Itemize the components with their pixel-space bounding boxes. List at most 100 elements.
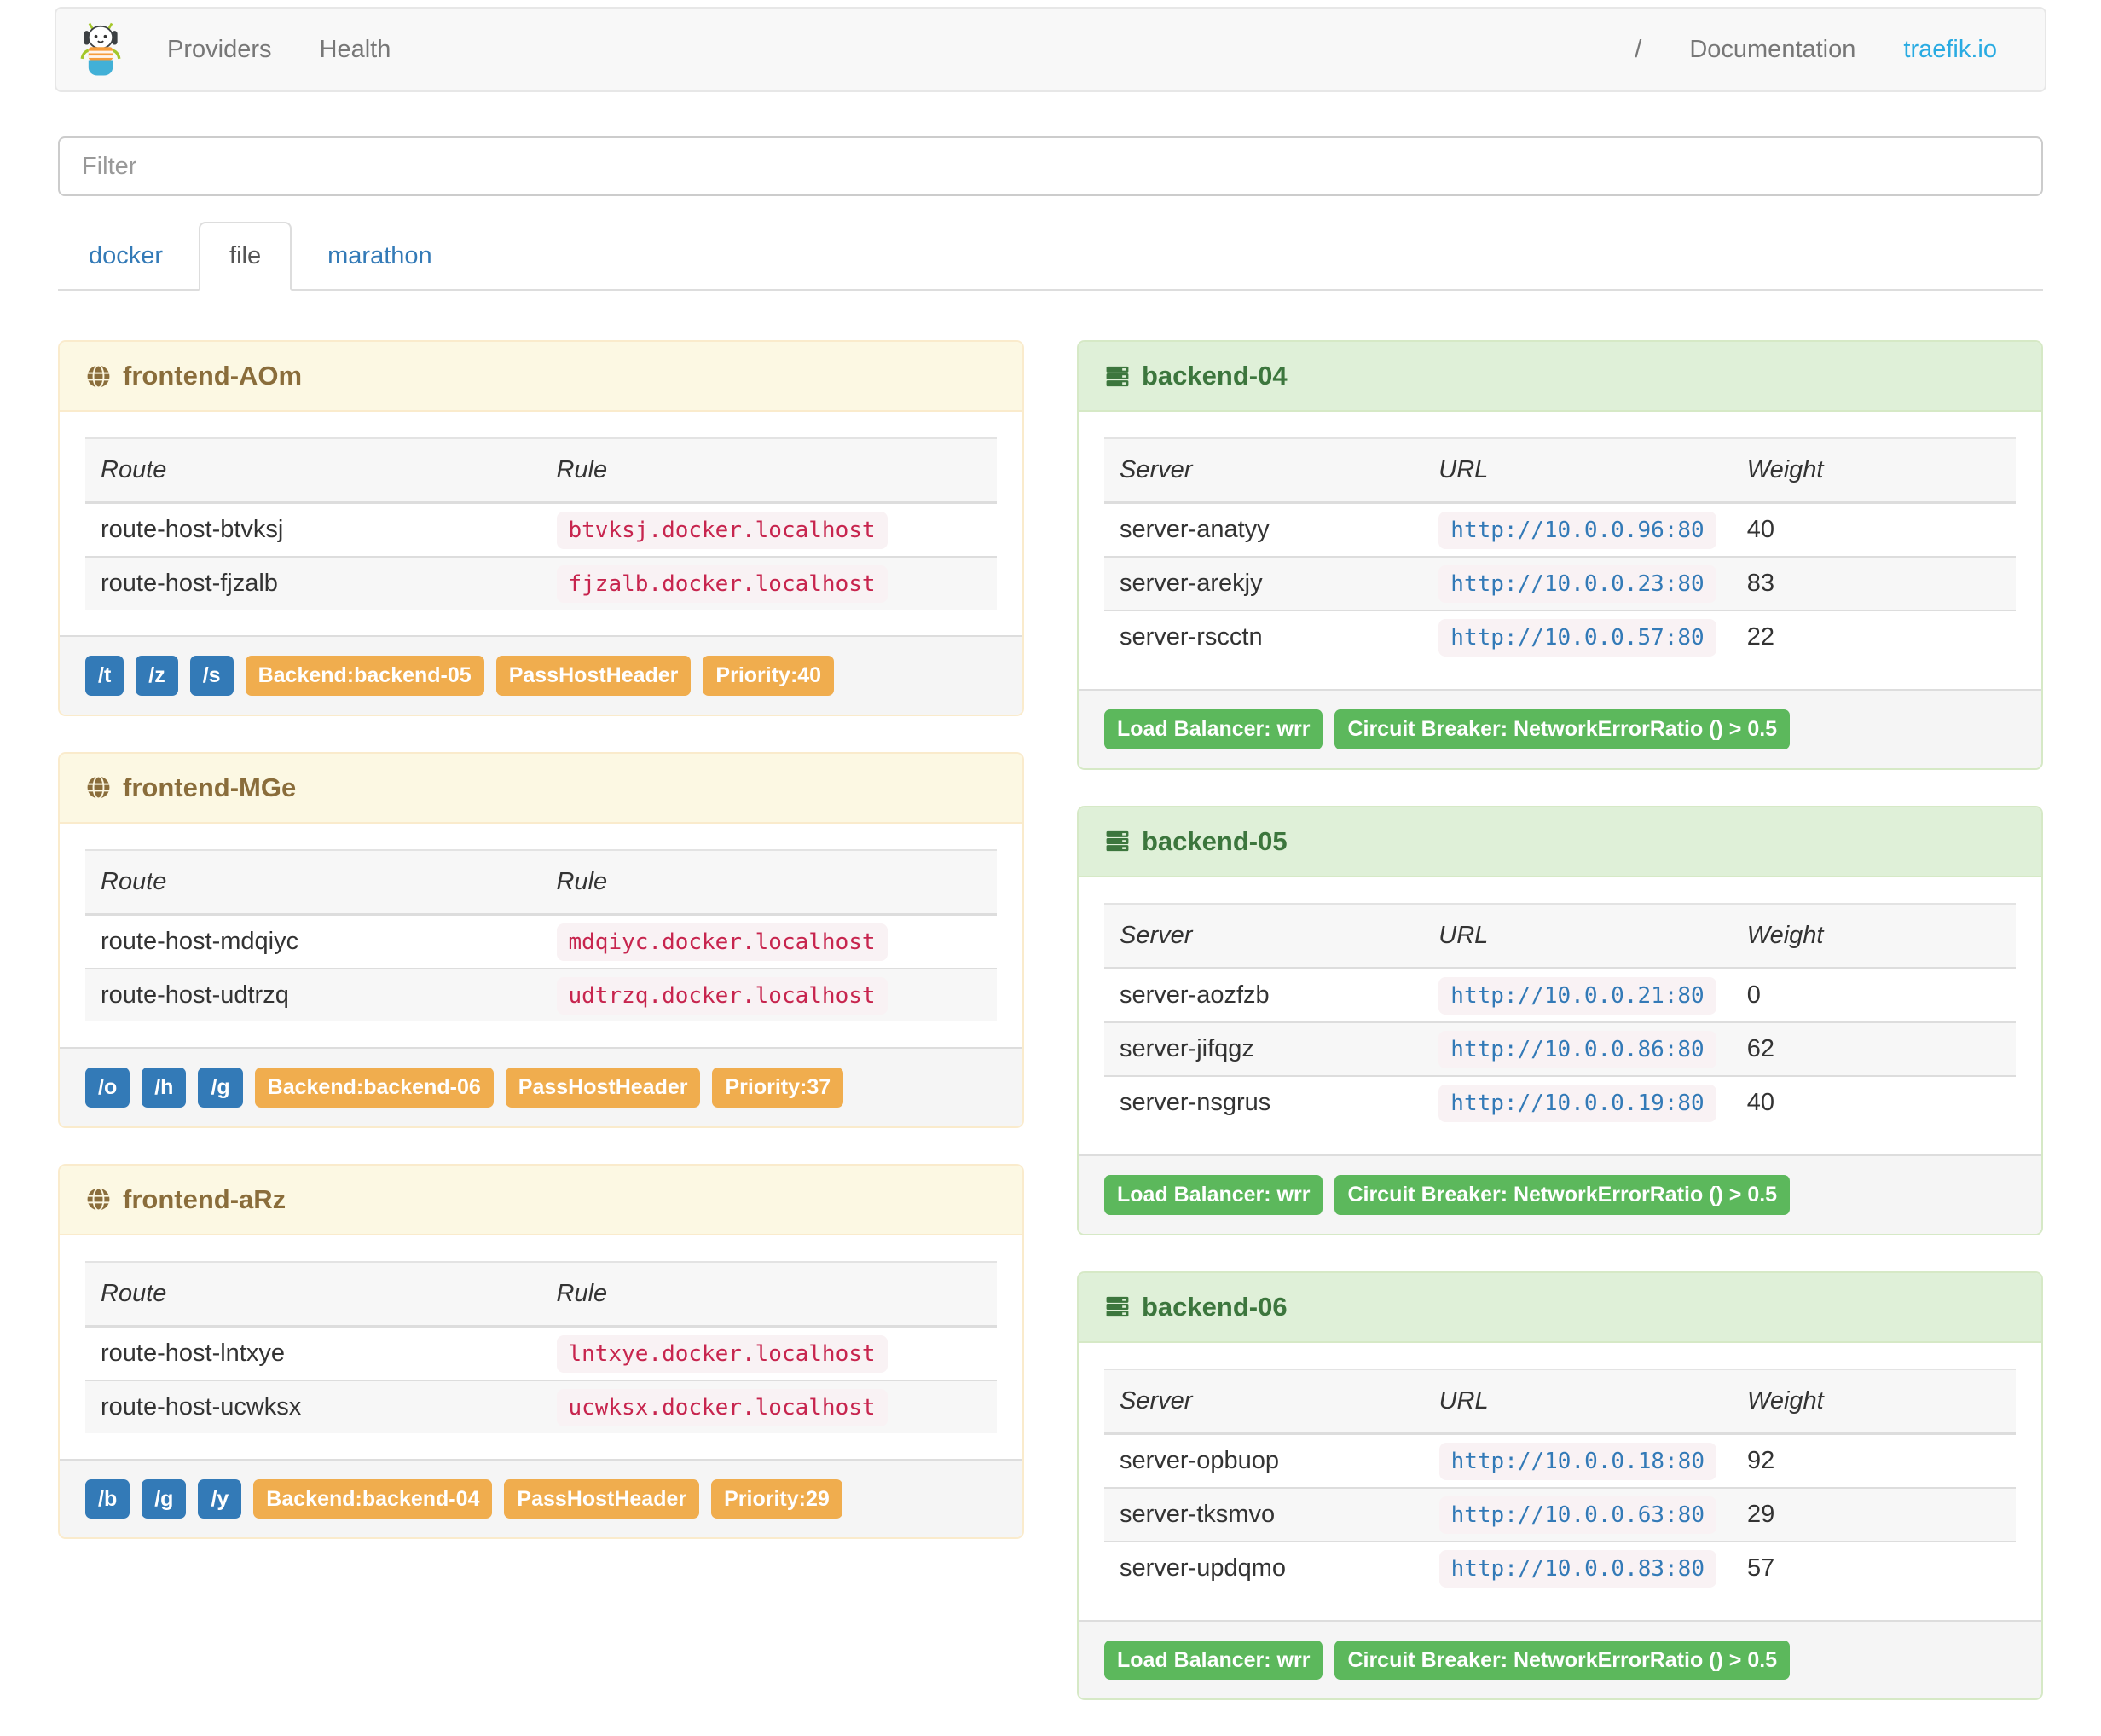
nav-documentation[interactable]: Documentation — [1665, 9, 1879, 90]
nav-traefik-io[interactable]: traefik.io — [1879, 9, 2021, 90]
route-badge: /z — [136, 656, 178, 696]
server-url-code: http://10.0.0.18:80 — [1438, 1442, 1716, 1480]
navbar: Providers Health / Documentation traefik… — [55, 7, 2046, 92]
server-name: server-tksmvo — [1104, 1486, 1424, 1542]
url-column-header: URL — [1423, 902, 1732, 969]
server-url-link[interactable]: http://10.0.0.57:80 — [1438, 619, 1716, 657]
server-row: server-opbuop http://10.0.0.18:80 92 — [1104, 1433, 2016, 1488]
tab-label[interactable]: docker — [58, 222, 194, 291]
server-icon — [1104, 363, 1131, 390]
tab-label[interactable]: marathon — [297, 222, 463, 291]
navbar-right: / Documentation traefik.io — [1611, 9, 2021, 90]
weight-column-header: Weight — [1732, 1368, 2016, 1435]
server-url-cell: http://10.0.0.83:80 — [1423, 1540, 1732, 1594]
nav-path-separator[interactable]: / — [1611, 9, 1665, 90]
server-row: server-tksmvo http://10.0.0.63:80 29 — [1104, 1486, 2016, 1542]
server-row: server-arekjy http://10.0.0.23:80 83 — [1104, 556, 2016, 610]
backend-config-badge: Circuit Breaker: NetworkErrorRatio () > … — [1334, 1640, 1791, 1681]
backend-panel-title: backend-06 — [1142, 1291, 1288, 1322]
server-url-link[interactable]: http://10.0.0.19:80 — [1438, 1084, 1716, 1122]
content-row: frontend-AOm Route Rule route-host-btvks… — [32, 340, 2069, 1736]
frontend-panel: frontend-aRz Route Rule route-host-lntxy… — [58, 1163, 1024, 1540]
frontend-detail-badge: PassHostHeader — [495, 656, 692, 696]
servers-table: Server URL Weight server-opbuop http://10… — [1104, 1368, 2016, 1594]
nav-health[interactable]: Health — [296, 9, 415, 90]
navbar-left: Providers Health — [80, 9, 414, 90]
frontend-panel-title: frontend-AOm — [123, 361, 303, 391]
server-name: server-anatyy — [1120, 516, 1270, 543]
server-url-link[interactable]: http://10.0.0.23:80 — [1438, 565, 1716, 603]
servers-table: Server URL Weight server-anatyy http://10… — [1104, 437, 2016, 663]
backend-config-badge: Circuit Breaker: NetworkErrorRatio () > … — [1334, 709, 1791, 749]
frontend-panel-footer: /o/h/g Backend:backend-06 PassHostHeader Pr… — [60, 1046, 1022, 1126]
route-badge: /t — [85, 656, 124, 696]
server-weight: 0 — [1746, 981, 1761, 1009]
server-url-code: http://10.0.0.23:80 — [1438, 565, 1716, 603]
backend-panel-title: backend-05 — [1142, 825, 1288, 856]
backend-config-badge: Load Balancer: wrr — [1104, 1174, 1323, 1215]
server-url-cell: http://10.0.0.21:80 — [1423, 968, 1731, 1022]
server-url-link[interactable]: http://10.0.0.18:80 — [1438, 1442, 1716, 1480]
route-row: route-host-udtrzq udtrzq.docker.localhost — [85, 967, 997, 1021]
route-column-header: Route — [85, 848, 541, 916]
tab-file[interactable]: file — [199, 222, 292, 291]
frontend-detail-badge: PassHostHeader — [504, 1478, 700, 1519]
server-url-code: http://10.0.0.21:80 — [1438, 976, 1716, 1015]
frontend-panel-header: frontend-AOm — [60, 342, 1022, 412]
server-row: server-jifqgz http://10.0.0.86:80 62 — [1104, 1021, 2016, 1076]
server-url-link[interactable]: http://10.0.0.21:80 — [1438, 976, 1716, 1015]
frontend-detail-badge: Priority:40 — [703, 656, 835, 696]
server-url-code: http://10.0.0.86:80 — [1438, 1030, 1716, 1068]
route-badge: /g — [142, 1478, 187, 1519]
route-row: route-host-btvksj btvksj.docker.localhost — [85, 503, 997, 558]
tab-marathon[interactable]: marathon — [297, 222, 463, 291]
frontend-panel-body: Route Rule route-host-mdqiyc mdqiyc.docke… — [60, 824, 1022, 1047]
server-url-link[interactable]: http://10.0.0.96:80 — [1438, 512, 1716, 549]
backend-panel-footer: Load Balancer: wrr Circuit Breaker: Netwo… — [1079, 1154, 2041, 1234]
nav-providers[interactable]: Providers — [143, 9, 296, 90]
server-weight: 92 — [1747, 1446, 1775, 1474]
main-container: dockerfilemarathon frontend-AOm Route Ru… — [58, 136, 2043, 1736]
globe-icon — [85, 363, 112, 390]
backend-panel-title: backend-04 — [1142, 361, 1288, 391]
route-name: route-host-ucwksx — [85, 1379, 541, 1433]
tab-label[interactable]: file — [199, 222, 292, 291]
server-name: server-rscctn — [1104, 610, 1424, 663]
server-name: server-jifqgz — [1104, 1021, 1424, 1076]
url-column-header: URL — [1423, 1368, 1732, 1435]
weight-column-header: Weight — [1731, 902, 2016, 969]
filter-input[interactable] — [58, 136, 2043, 196]
server-icon — [1104, 828, 1131, 854]
route-column-header: Route — [85, 437, 541, 504]
server-url-code: http://10.0.0.19:80 — [1438, 1084, 1716, 1122]
server-url-code: http://10.0.0.63:80 — [1438, 1496, 1716, 1534]
server-column-header: Server — [1104, 437, 1424, 504]
route-name: route-host-fjzalb — [85, 556, 541, 610]
frontends-column: frontend-AOm Route Rule route-host-btvks… — [32, 340, 1050, 1736]
server-url-link[interactable]: http://10.0.0.86:80 — [1438, 1030, 1716, 1068]
server-url-link[interactable]: http://10.0.0.83:80 — [1438, 1549, 1716, 1588]
routes-table: Route Rule route-host-btvksj btvksj.docke… — [85, 437, 997, 610]
rule-column-header: Rule — [541, 1260, 997, 1328]
frontend-detail-badge: Backend:backend-05 — [245, 656, 484, 696]
backend-panel-header: backend-05 — [1079, 807, 2041, 877]
frontend-detail-badge: Priority:29 — [711, 1478, 842, 1519]
route-badge: /b — [85, 1478, 130, 1519]
server-column-header: Server — [1104, 1368, 1424, 1435]
server-name: server-arekjy — [1104, 556, 1424, 610]
frontend-panel-footer: /b/g/y Backend:backend-04 PassHostHeader Pr… — [60, 1458, 1022, 1538]
route-row: route-host-ucwksx ucwksx.docker.localhost — [85, 1379, 997, 1433]
rule-cell: btvksj.docker.localhost — [541, 503, 998, 558]
server-url-cell: http://10.0.0.63:80 — [1423, 1486, 1732, 1542]
frontend-panel-footer: /t/z/s Backend:backend-05 PassHostHeader Pr… — [60, 635, 1022, 715]
backends-column: backend-04 Server URL Weight server-anat… — [1050, 340, 2069, 1736]
url-column-header: URL — [1423, 437, 1732, 504]
server-url-cell: http://10.0.0.96:80 — [1423, 503, 1731, 558]
server-url-cell: http://10.0.0.86:80 — [1423, 1021, 1732, 1076]
server-url-link[interactable]: http://10.0.0.63:80 — [1438, 1496, 1716, 1534]
backend-panel: backend-05 Server URL Weight server-aozf… — [1077, 805, 2043, 1235]
backend-config-badge: Load Balancer: wrr — [1104, 1640, 1323, 1681]
rule-code: ucwksx.docker.localhost — [556, 1388, 888, 1426]
tab-docker[interactable]: docker — [58, 222, 194, 291]
traefik-logo[interactable] — [80, 21, 121, 78]
